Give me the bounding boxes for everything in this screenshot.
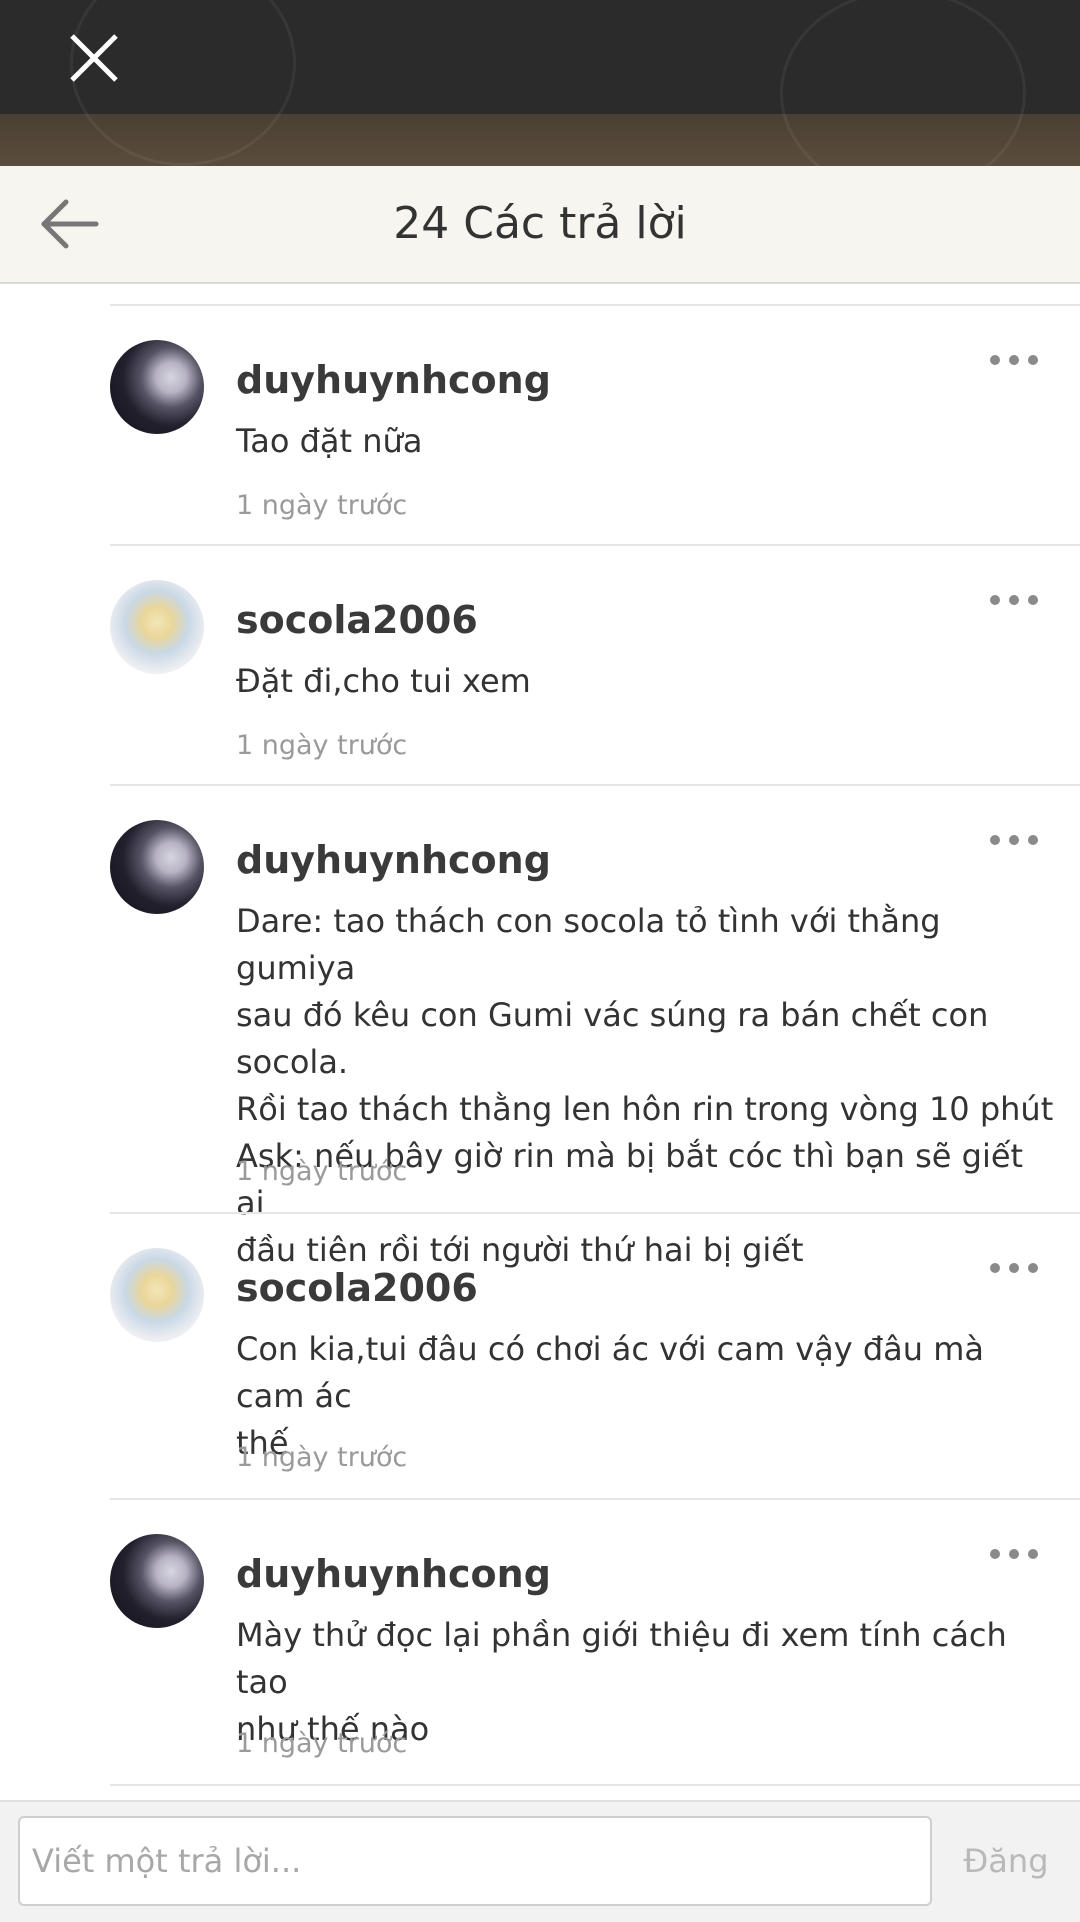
more-horizontal-icon (1028, 835, 1038, 845)
more-horizontal-icon (1009, 1263, 1019, 1273)
username[interactable]: socola2006 (236, 1266, 478, 1310)
avatar[interactable] (110, 820, 204, 914)
more-horizontal-icon (990, 1549, 1000, 1559)
reply-text-line: Mày thử đọc lại phần giới thiệu đi xem t… (236, 1616, 1007, 1701)
post-button[interactable]: Đăng (944, 1816, 1068, 1906)
username[interactable]: duyhuynhcong (236, 358, 551, 402)
more-horizontal-icon (1028, 595, 1038, 605)
reply-composer: Đăng (0, 1800, 1080, 1922)
avatar[interactable] (110, 340, 204, 434)
background-overlay (0, 0, 1080, 166)
divider (110, 1212, 1080, 1214)
username[interactable]: socola2006 (236, 598, 478, 642)
more-horizontal-icon (990, 1263, 1000, 1273)
replies-header: 24 Các trả lời (0, 166, 1080, 284)
divider (110, 304, 1080, 306)
timestamp: 1 ngày trước (236, 1728, 408, 1759)
more-options-button[interactable] (990, 1258, 1050, 1278)
page-title: 24 Các trả lời (393, 198, 687, 249)
reply-text-line: Rồi tao thách thằng len hôn rin trong vò… (236, 1090, 1054, 1128)
divider (110, 544, 1080, 546)
more-horizontal-icon (990, 595, 1000, 605)
timestamp: 1 ngày trước (236, 730, 408, 761)
background-art (780, 0, 1026, 166)
more-options-button[interactable] (990, 1544, 1050, 1564)
reply-text: Đặt đi,cho tui xem (236, 662, 531, 700)
timestamp: 1 ngày trước (236, 1442, 408, 1473)
timestamp: 1 ngày trước (236, 1156, 408, 1187)
more-horizontal-icon (990, 835, 1000, 845)
more-options-button[interactable] (990, 590, 1050, 610)
more-horizontal-icon (1028, 1263, 1038, 1273)
more-horizontal-icon (1009, 1549, 1019, 1559)
more-options-button[interactable] (990, 830, 1050, 850)
more-horizontal-icon (1009, 835, 1019, 845)
more-horizontal-icon (990, 355, 1000, 365)
divider (110, 1784, 1080, 1786)
reply-text-line: Con kia,tui đâu có chơi ác với cam vậy đ… (236, 1330, 985, 1415)
more-options-button[interactable] (990, 350, 1050, 370)
reply-list[interactable]: duyhuynhcong Tao đặt nữa 1 ngày trước so… (0, 284, 1080, 1800)
more-horizontal-icon (1009, 355, 1019, 365)
divider (110, 1498, 1080, 1500)
avatar[interactable] (110, 1248, 204, 1342)
avatar[interactable] (110, 580, 204, 674)
username[interactable]: duyhuynhcong (236, 838, 551, 882)
avatar[interactable] (110, 1534, 204, 1628)
reply-text-line: Dare: tao thách con socola tỏ tình với t… (236, 902, 941, 987)
divider (110, 784, 1080, 786)
more-horizontal-icon (1028, 1549, 1038, 1559)
reply-text: Dare: tao thách con socola tỏ tình với t… (236, 898, 1056, 1274)
more-horizontal-icon (1028, 355, 1038, 365)
reply-text: Tao đặt nữa (236, 422, 423, 460)
reply-input[interactable] (18, 1816, 932, 1906)
reply-text-line: sau đó kêu con Gumi vác súng ra bán chết… (236, 996, 989, 1081)
more-horizontal-icon (1009, 595, 1019, 605)
timestamp: 1 ngày trước (236, 490, 408, 521)
username[interactable]: duyhuynhcong (236, 1552, 551, 1596)
close-icon (70, 34, 118, 82)
close-button[interactable] (64, 28, 124, 88)
